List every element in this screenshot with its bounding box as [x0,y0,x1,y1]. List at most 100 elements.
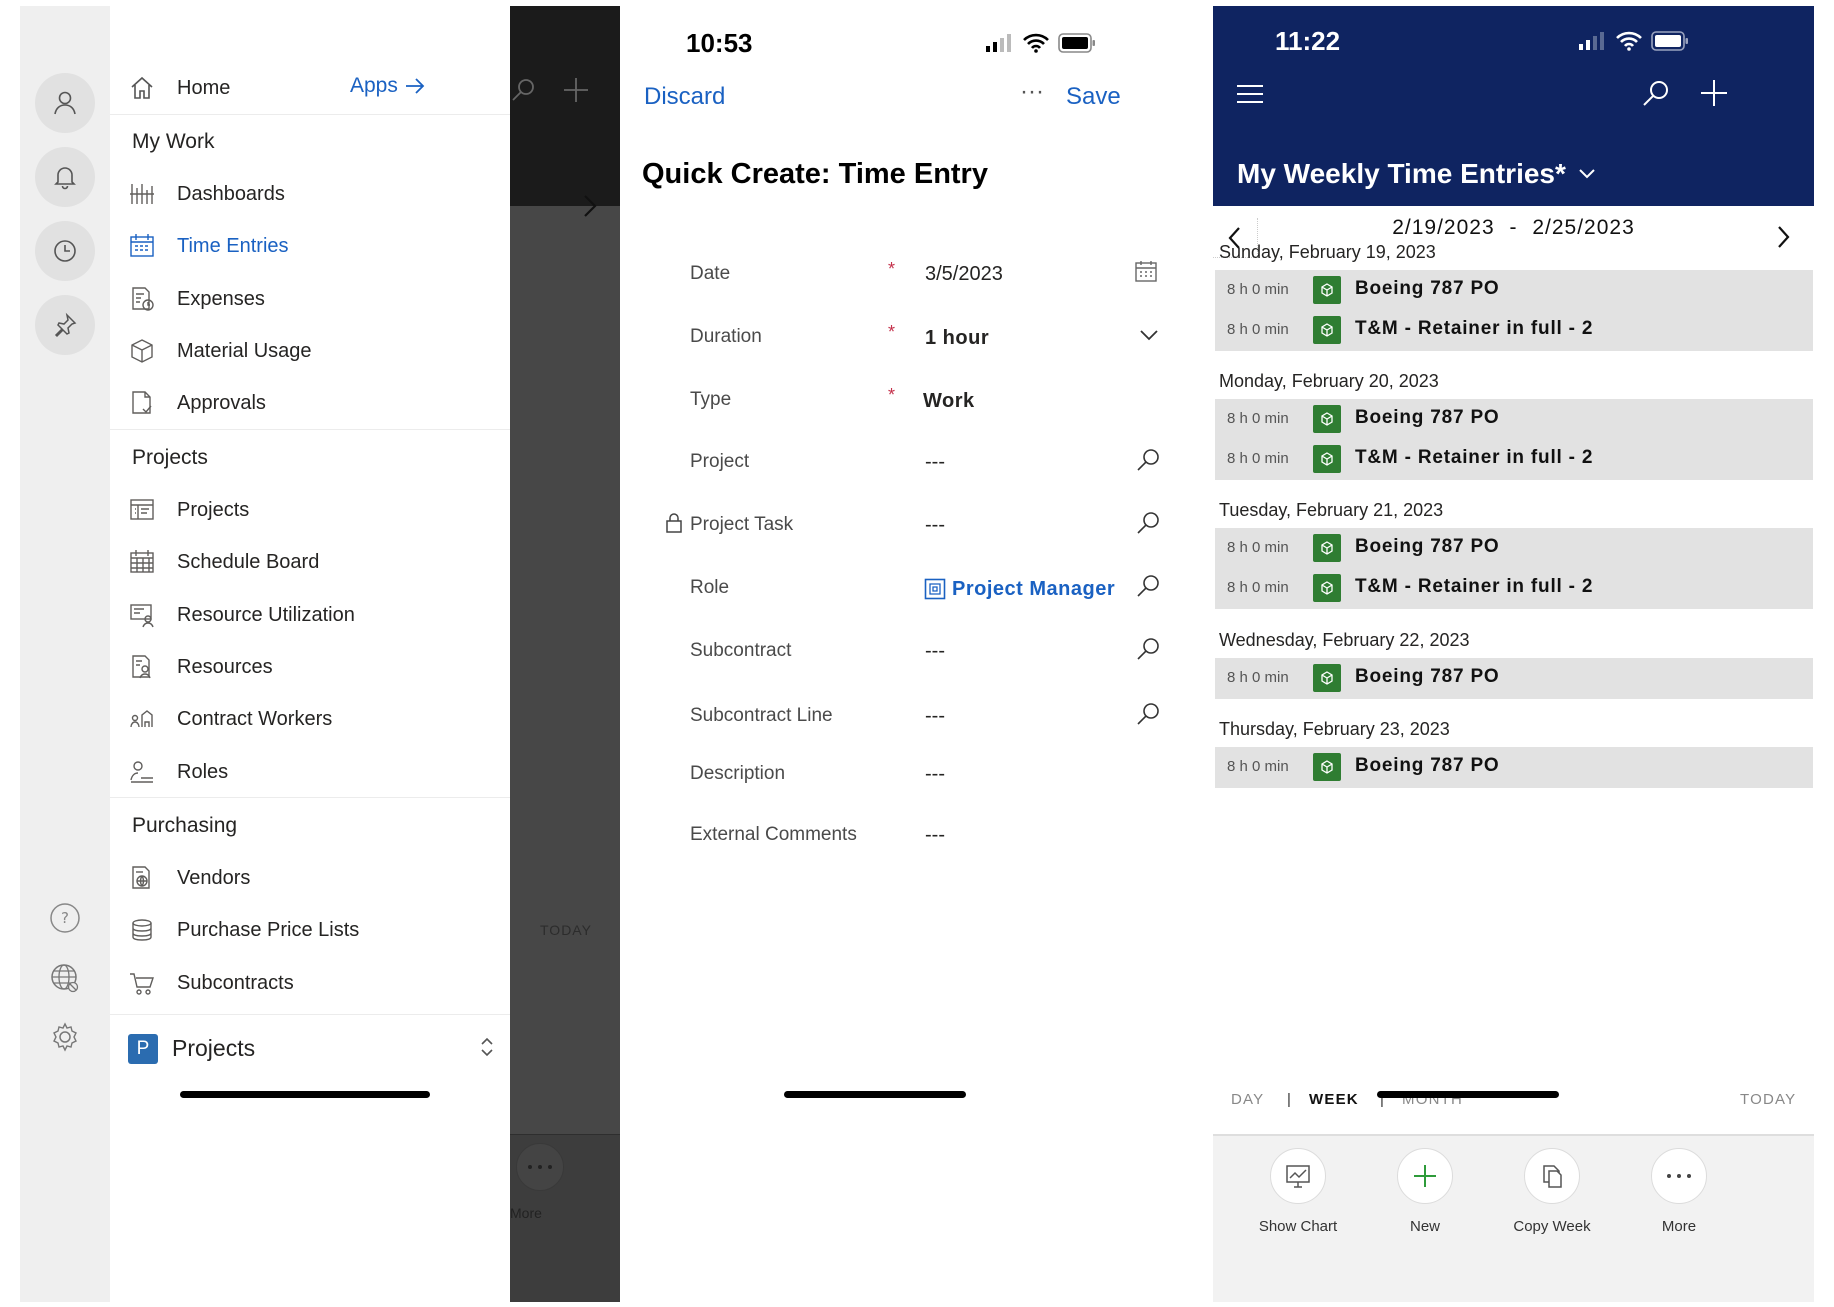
more-button[interactable]: More [1614,1148,1744,1235]
settings-button[interactable] [47,1019,83,1055]
view-mode-day[interactable]: DAY [1231,1091,1264,1108]
time-entry-row[interactable]: 8 h 0 min Boeing 787 PO [1215,654,1813,702]
nav-list: Home Apps My Work Projects Purchasing P … [110,6,510,1302]
search-icon[interactable] [1641,78,1671,108]
resource-chart-icon [128,601,156,629]
day-header: Monday, February 20, 2023 [1219,371,1439,391]
calendar-icon[interactable] [1132,258,1160,286]
more-options-button[interactable]: ··· [1020,78,1044,106]
status-time: 11:22 [1275,26,1341,56]
apps-link[interactable]: Apps [350,74,426,98]
search-icon[interactable] [1135,572,1163,600]
duration-value[interactable]: 1 hour [925,327,989,350]
gear-icon [49,1021,81,1053]
nav-item-approvals[interactable]: Approvals [110,372,510,434]
nav-item-label: Vendors [177,866,251,889]
day-header: Tuesday, February 21, 2023 [1219,500,1444,520]
today-button[interactable]: TODAY [1740,1091,1796,1108]
day-entries: 8 h 0 min Boeing 787 PO [1215,658,1813,699]
view-mode-bar: DAY | WEEK | MONTH TODAY [1213,1081,1814,1121]
time-entry-row[interactable]: 8 h 0 min T&M - Retainer in full - 2 [1215,306,1813,354]
search-icon[interactable] [1135,509,1163,537]
background-more-label: More [510,1205,542,1221]
chevron-down-icon[interactable] [1135,321,1163,349]
hamburger-menu-icon[interactable] [1235,82,1265,106]
subcontract-line-value[interactable]: --- [925,705,945,728]
time-entry-row[interactable]: 8 h 0 min Boeing 787 PO [1215,743,1813,791]
project-cube-icon [1313,753,1341,781]
calendar-icon [128,232,156,260]
section-my-work: My Work [132,130,215,153]
subcontract-value[interactable]: --- [925,640,945,663]
view-selector[interactable]: My Weekly Time Entries* [1237,158,1596,190]
signal-icon [1579,32,1607,50]
discard-button[interactable]: Discard [644,83,725,111]
recent-button[interactable] [35,221,95,281]
nav-item-label: Resources [177,655,273,678]
next-week-button[interactable] [1775,224,1791,250]
show-chart-button[interactable]: Show Chart [1233,1148,1363,1235]
day-entries: 8 h 0 min Boeing 787 PO 8 h 0 min T&M - Ret… [1215,399,1813,480]
profile-button[interactable] [35,73,95,133]
role-value[interactable]: Project Manager [952,578,1115,601]
battery-icon [1651,31,1689,51]
plus-icon[interactable] [1699,78,1729,108]
globe-icon [49,962,81,994]
search-icon[interactable] [1135,635,1163,663]
description-value[interactable]: --- [925,763,945,786]
copy-icon [1538,1162,1566,1190]
chevron-updown-icon [476,1036,498,1058]
entry-project: Boeing 787 PO [1355,755,1500,776]
pinned-button[interactable] [35,295,95,355]
project-value[interactable]: --- [925,451,945,474]
form-title: Quick Create: Time Entry [642,158,988,190]
search-icon[interactable] [1135,700,1163,728]
copy-week-button[interactable]: Copy Week [1487,1148,1617,1235]
project-task-label: Project Task [690,514,794,535]
search-icon[interactable] [1135,446,1163,474]
nav-item-roles[interactable]: Roles [110,741,510,803]
project-task-value[interactable]: --- [925,514,945,537]
project-cube-icon [1313,276,1341,304]
nav-item-subcontracts[interactable]: Subcontracts [110,952,510,1014]
bell-icon [52,164,78,190]
view-mode-week[interactable]: WEEK [1309,1091,1359,1108]
dashboard-icon [128,180,156,208]
pin-icon [52,312,78,338]
nav-item-home[interactable]: Home [110,57,510,119]
cart-icon [128,969,156,997]
entry-project: T&M - Retainer in full - 2 [1355,576,1594,597]
home-indicator [180,1091,430,1098]
external-comments-value[interactable]: --- [925,824,945,847]
chevron-down-icon [1578,168,1596,180]
description-label: Description [690,763,786,784]
time-entry-row[interactable]: 8 h 0 min T&M - Retainer in full - 2 [1215,564,1813,612]
time-entry-row[interactable]: 8 h 0 min T&M - Retainer in full - 2 [1215,435,1813,483]
date-range: 2/19/2023 - 2/25/2023 [1213,216,1814,240]
entry-duration: 8 h 0 min [1227,669,1289,686]
project-cube-icon [1313,534,1341,562]
required-indicator: * [888,259,896,279]
project-label: Project [690,451,750,472]
entry-project: Boeing 787 PO [1355,536,1500,557]
chevron-right-icon [1775,224,1791,250]
view-header: 11:22 My Weekly Time Entries* [1213,6,1814,206]
day-header: Sunday, February 19, 2023 [1219,242,1436,262]
app-switcher[interactable]: P Projects [128,1026,498,1071]
help-button[interactable]: ? [47,900,83,936]
type-value[interactable]: Work [923,390,975,413]
date-value[interactable]: 3/5/2023 [925,263,1003,286]
language-button[interactable] [47,960,83,996]
project-cube-icon [1313,316,1341,344]
weekly-entries-panel: 11:22 My Weekly Time Entries* 2/19/2023 … [1213,6,1814,1302]
save-button[interactable]: Save [1066,83,1121,111]
status-icons [1579,31,1689,51]
new-button[interactable]: New [1360,1148,1490,1235]
new-label: New [1409,1218,1440,1235]
resource-list-icon [128,653,156,681]
more-label: More [1661,1218,1697,1235]
home-icon [128,74,156,102]
range-separator: - [1509,216,1518,239]
chevron-right-icon [580,192,600,220]
notifications-button[interactable] [35,147,95,207]
